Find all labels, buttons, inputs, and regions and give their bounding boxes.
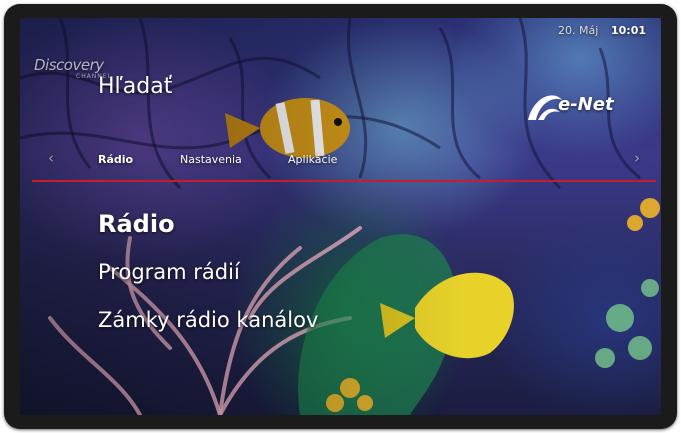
- tab-scroll-left-icon[interactable]: ‹: [48, 149, 54, 167]
- tab-radio[interactable]: Rádio: [98, 153, 133, 166]
- tv-screen: 20. Máj 10:01 Discovery CHANNEL Hľadať e…: [20, 18, 661, 415]
- tab-aplikacie[interactable]: Aplikácie: [288, 153, 337, 166]
- date-label: 20. Máj: [558, 24, 599, 37]
- tab-scroll-right-icon[interactable]: ›: [634, 149, 640, 167]
- menu-item-zamky-radio-kanalov[interactable]: Zámky rádio kanálov: [98, 308, 318, 332]
- tab-underline-divider: [32, 180, 656, 182]
- tab-nastavenia[interactable]: Nastavenia: [180, 153, 242, 166]
- page-title: Hľadať: [98, 74, 173, 99]
- clock: 10:01: [611, 24, 647, 37]
- brand-logo-text: e-Net: [558, 94, 614, 115]
- channel-watermark: Discovery: [34, 56, 104, 74]
- menu-item-program-radii[interactable]: Program rádií: [98, 260, 240, 284]
- menu-item-radio[interactable]: Rádio: [98, 210, 175, 238]
